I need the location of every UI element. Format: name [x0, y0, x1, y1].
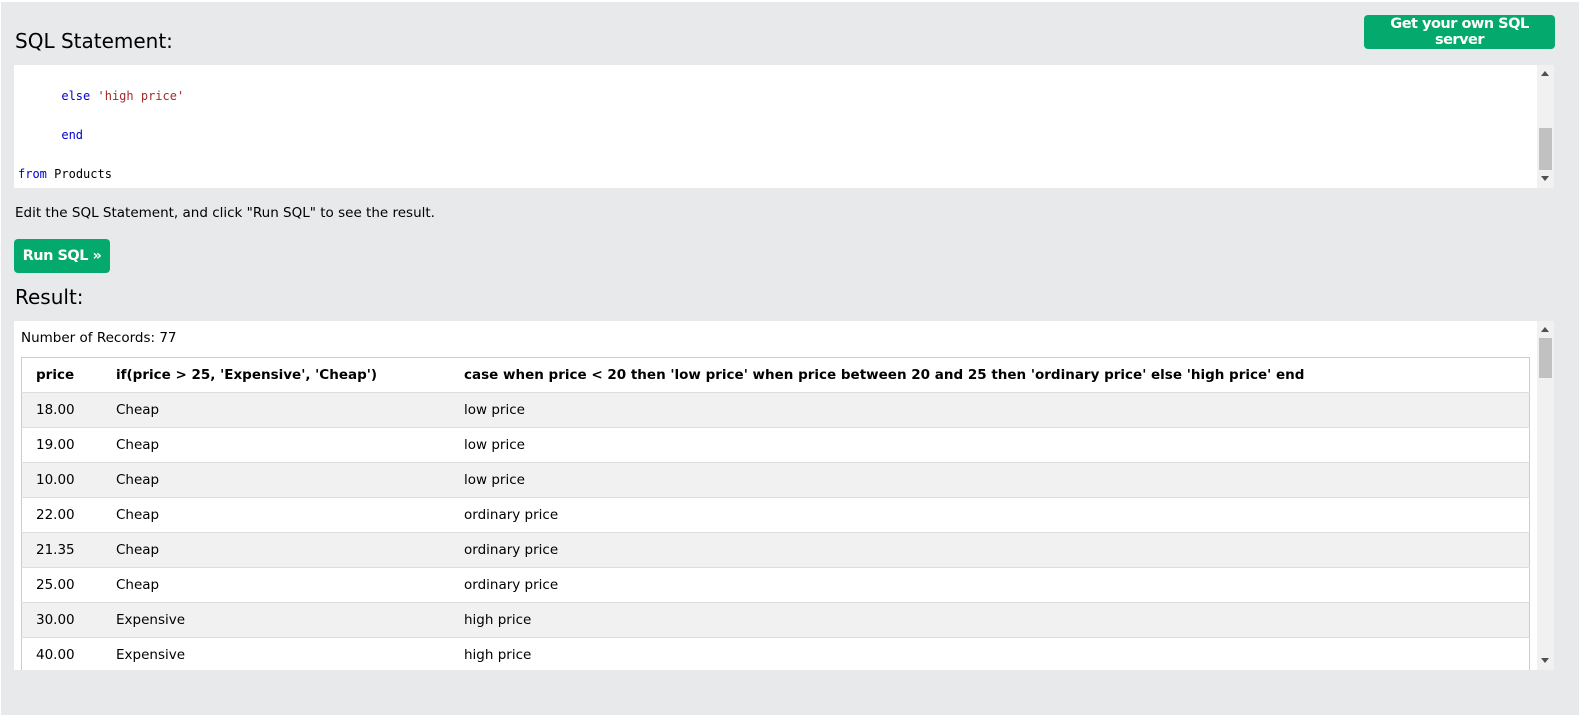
- code-line: else 'high price': [18, 89, 184, 103]
- code-string: 'high price': [97, 89, 185, 103]
- result-panel: Number of Records: 77 price if(price > 2…: [14, 321, 1554, 670]
- table-row: 18.00 Cheap low price: [21, 392, 1530, 428]
- table-cell: low price: [450, 392, 1530, 428]
- get-sql-server-button[interactable]: Get your own SQL server: [1364, 15, 1555, 49]
- code-line: end: [18, 128, 83, 142]
- table-cell: 25.00: [21, 567, 102, 603]
- table-cell: Expensive: [102, 637, 450, 670]
- sql-statement-heading: SQL Statement:: [15, 29, 173, 53]
- table-cell: ordinary price: [450, 532, 1530, 568]
- table-cell: Cheap: [102, 392, 450, 428]
- table-cell: Cheap: [102, 462, 450, 498]
- table-cell: high price: [450, 637, 1530, 670]
- table-cell: low price: [450, 427, 1530, 463]
- scroll-down-icon[interactable]: [1541, 658, 1549, 663]
- table-row: 21.35 Cheap ordinary price: [21, 532, 1530, 568]
- scroll-down-icon[interactable]: [1541, 176, 1549, 181]
- table-row: 40.00 Expensive high price: [21, 637, 1530, 670]
- code-keyword: from: [18, 167, 47, 181]
- table-cell: 22.00: [21, 497, 102, 533]
- table-cell: ordinary price: [450, 567, 1530, 603]
- code-line: from Products: [18, 167, 112, 181]
- code-keyword: else: [61, 89, 91, 103]
- table-cell: low price: [450, 462, 1530, 498]
- sql-editor[interactable]: else 'high price' end from Products: [14, 65, 1554, 188]
- table-cell: ordinary price: [450, 497, 1530, 533]
- scroll-up-icon[interactable]: [1541, 327, 1549, 332]
- table-cell: Cheap: [102, 497, 450, 533]
- editor-scrollbar[interactable]: [1537, 65, 1554, 188]
- table-header-row: price if(price > 25, 'Expensive', 'Cheap…: [21, 357, 1530, 393]
- column-header: if(price > 25, 'Expensive', 'Cheap'): [102, 357, 450, 393]
- table-cell: Cheap: [102, 532, 450, 568]
- result-heading: Result:: [15, 285, 84, 309]
- table-row: 22.00 Cheap ordinary price: [21, 497, 1530, 533]
- page: SQL Statement: Get your own SQL server e…: [0, 0, 1579, 715]
- table-cell: Cheap: [102, 567, 450, 603]
- result-scrollbar[interactable]: [1537, 321, 1554, 670]
- table-cell: high price: [450, 602, 1530, 638]
- instruction-text: Edit the SQL Statement, and click "Run S…: [15, 205, 435, 221]
- table-row: 25.00 Cheap ordinary price: [21, 567, 1530, 603]
- table-row: 19.00 Cheap low price: [21, 427, 1530, 463]
- left-border: [0, 0, 1, 715]
- run-sql-button[interactable]: Run SQL »: [14, 239, 110, 273]
- column-header: price: [21, 357, 102, 393]
- table-cell: 30.00: [21, 602, 102, 638]
- record-count: Number of Records: 77: [21, 330, 177, 346]
- table-cell: Cheap: [102, 427, 450, 463]
- table-row: 30.00 Expensive high price: [21, 602, 1530, 638]
- result-table: price if(price > 25, 'Expensive', 'Cheap…: [21, 357, 1530, 670]
- result-scroll-thumb[interactable]: [1539, 338, 1552, 378]
- table-row: 10.00 Cheap low price: [21, 462, 1530, 498]
- column-header: case when price < 20 then 'low price' wh…: [450, 357, 1530, 393]
- top-border: [0, 0, 1579, 2]
- scroll-up-icon[interactable]: [1541, 71, 1549, 76]
- editor-scroll-thumb[interactable]: [1539, 128, 1552, 170]
- table-cell: 18.00: [21, 392, 102, 428]
- table-cell: 10.00: [21, 462, 102, 498]
- table-cell: Expensive: [102, 602, 450, 638]
- table-cell: 40.00: [21, 637, 102, 670]
- table-cell: 21.35: [21, 532, 102, 568]
- code-keyword: end: [61, 128, 84, 142]
- code-identifier: Products: [54, 167, 112, 181]
- table-cell: 19.00: [21, 427, 102, 463]
